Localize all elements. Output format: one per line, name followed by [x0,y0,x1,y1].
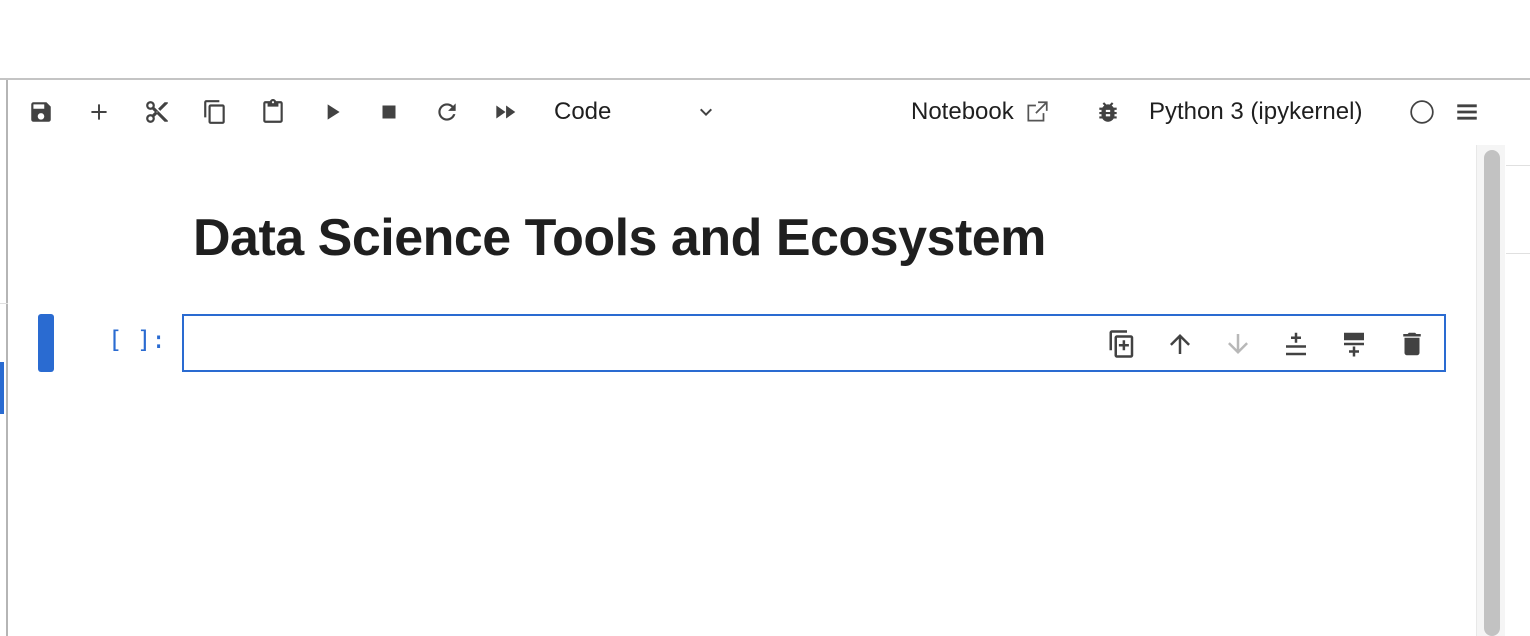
notebook-link-label: Notebook [911,98,1014,125]
copy-button[interactable] [197,94,233,130]
save-icon [31,102,51,122]
stop-icon [382,105,396,119]
save-button[interactable] [23,94,59,130]
cell-input-prompt: [ ]: [108,326,166,354]
insert-below-icon [1344,332,1364,357]
sidebar-active-indicator [0,362,4,414]
bug-icon [1099,102,1117,122]
chevron-down-icon [700,108,712,116]
left-divider [0,303,8,304]
cell-type-select[interactable]: Code [554,94,724,130]
kernel-status [1404,94,1440,130]
kernel-name-label: Python 3 (ipykernel) [1149,98,1363,125]
insert-above-icon [1286,332,1306,356]
plus-icon [91,104,107,120]
duplicate-icon [1109,330,1134,358]
notebook-toolbar: Code Notebook Python 3 (ipykernel) [8,80,1504,144]
debugger-button[interactable] [1090,94,1126,130]
cell-collapser[interactable] [38,314,54,372]
paste-icon [263,99,283,123]
arrow-up-icon [1170,334,1190,354]
move-cell-down-button[interactable] [1218,324,1258,364]
panel-left-border [6,80,8,636]
copy-icon [204,100,225,124]
insert-cell-button[interactable] [81,94,117,130]
delete-cell-button[interactable] [1392,324,1432,364]
paste-button[interactable] [255,94,291,130]
restart-kernel-button[interactable] [429,94,465,130]
trash-icon [1403,332,1421,356]
external-link-icon [1027,101,1048,122]
insert-cell-below-button[interactable] [1334,324,1374,364]
cut-button[interactable] [139,94,175,130]
right-divider [1506,165,1530,166]
code-cell-editor[interactable] [182,314,1446,372]
more-menu-button[interactable] [1449,94,1485,130]
play-icon [327,104,340,120]
hamburger-menu-icon [1457,104,1477,120]
scrollbar-thumb[interactable] [1484,150,1500,636]
right-divider [1506,253,1530,254]
run-all-button[interactable] [487,94,523,130]
scissors-icon [146,101,168,123]
duplicate-cell-button[interactable] [1102,324,1142,364]
move-cell-up-button[interactable] [1160,324,1200,364]
kernel-idle-circle-icon [1410,100,1434,124]
notebook-heading: Data Science Tools and Ecosystem [193,209,1046,267]
run-cell-button[interactable] [314,94,350,130]
arrow-down-icon [1228,334,1248,354]
browser-top-area [0,0,1530,78]
kernel-name-button[interactable]: Python 3 (ipykernel) [1149,94,1362,130]
fast-forward-icon [496,105,516,119]
open-in-notebook-link[interactable]: Notebook [911,94,1050,130]
refresh-icon [438,103,456,121]
cell-type-value: Code [554,98,612,125]
interrupt-kernel-button[interactable] [371,94,407,130]
insert-cell-above-button[interactable] [1276,324,1316,364]
